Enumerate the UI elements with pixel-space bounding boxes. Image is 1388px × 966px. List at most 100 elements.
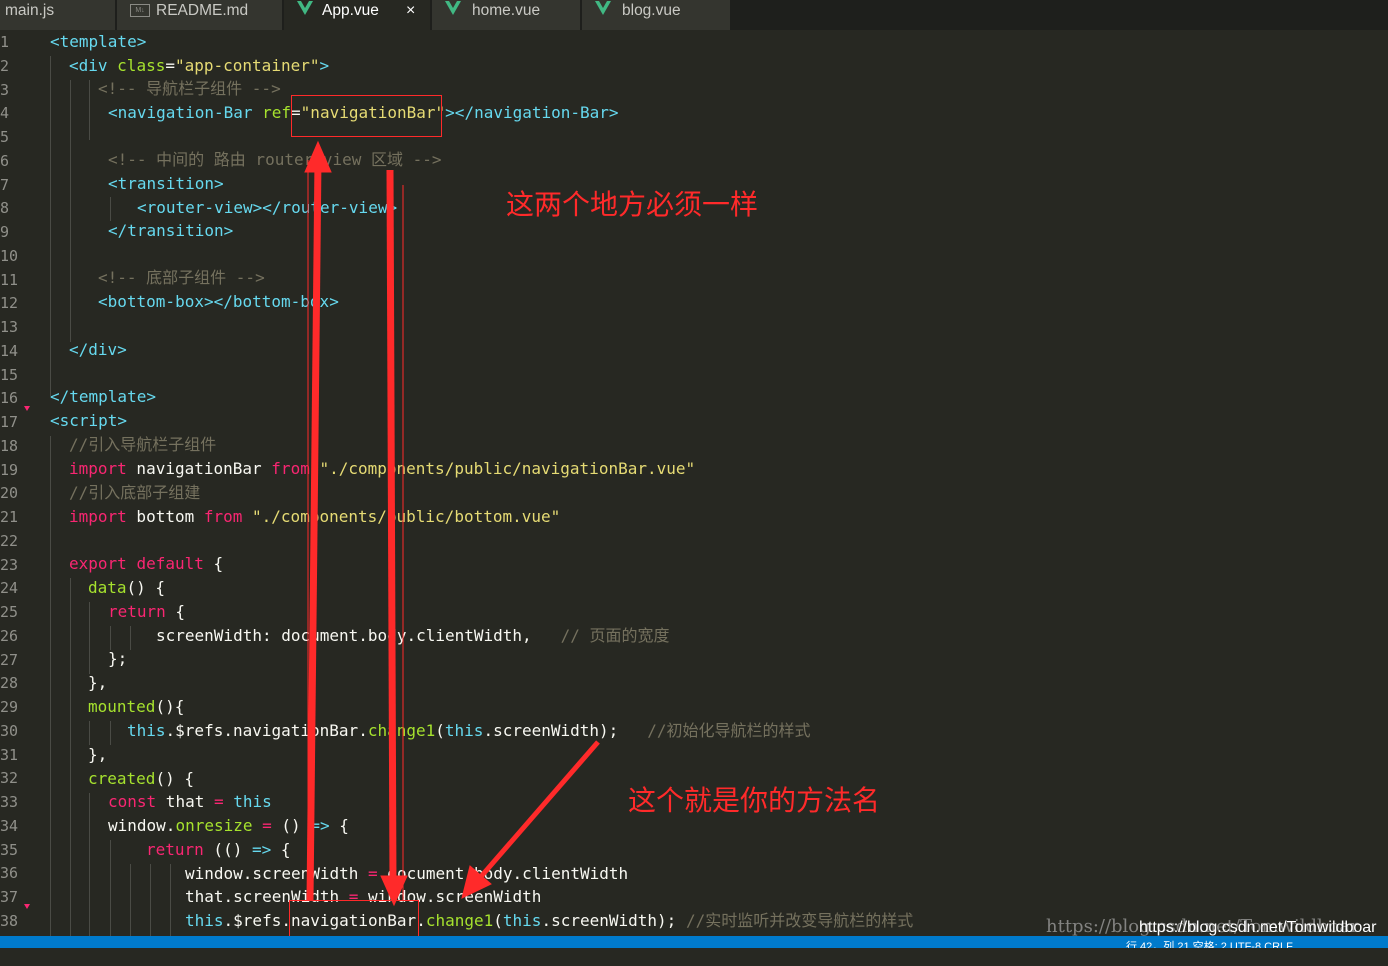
annotation-method-note: 这个就是你的方法名 [628, 784, 881, 817]
code-line-2: <div class="app-container"> [69, 56, 330, 75]
line-number: 16 [0, 389, 19, 408]
line-number: 29 [0, 698, 19, 716]
scrollbar[interactable] [1383, 60, 1388, 966]
line-number: 14 [0, 341, 19, 360]
code-line-6: <!-- 中间的 路由 router-view 区域 --> [108, 150, 442, 169]
code-line-11: <!-- 底部子组件 --> [98, 268, 265, 287]
indent-guide [110, 197, 111, 221]
line-number: 31 [0, 745, 19, 764]
annotation-same-note: 这两个地方必须一样 [506, 188, 759, 221]
line-number: 23 [0, 555, 19, 574]
line-number: 37 [0, 888, 19, 906]
line-number: 36 [0, 864, 19, 883]
code-line-20: //引入底部子组建 [69, 483, 201, 502]
line-number: 33 [0, 793, 19, 811]
code-line-25: return { [108, 602, 186, 621]
code-line-14: </div> [69, 340, 127, 359]
code-line-30: this.$refs.navigationBar.change1(this.sc… [127, 721, 811, 740]
code-line-34: window.onresize = () => { [108, 816, 349, 835]
line-number: 5 [0, 128, 10, 146]
code-line-8: <router-view></router-view> [137, 198, 398, 217]
code-line-12: <bottom-box></bottom-box> [98, 292, 339, 311]
code-line-31: }, [88, 745, 108, 764]
code-line-24: data() { [88, 578, 166, 597]
close-icon[interactable]: × [406, 0, 415, 22]
tab-label: main.js [5, 2, 55, 19]
indent-guide [70, 80, 71, 342]
code-line-18: //引入导航栏子组件 [69, 435, 217, 454]
line-number: 4 [0, 104, 10, 123]
line-number: 32 [0, 769, 19, 788]
tab-main-js[interactable]: main.js [0, 0, 115, 30]
line-number: 38 [0, 911, 19, 930]
line-number: 2 [0, 56, 10, 75]
tab-home-vue[interactable]: home.vue [432, 0, 580, 30]
line-number: 28 [0, 674, 19, 693]
line-number: 27 [0, 650, 19, 669]
markdown-file-icon: M↓ [130, 4, 150, 17]
code-line-9: </transition> [108, 221, 234, 240]
line-number: 9 [0, 223, 10, 241]
indent-guide [89, 602, 90, 674]
code-line-21: import bottom from "./components/public/… [69, 507, 561, 526]
code-line-29: mounted(){ [88, 697, 185, 716]
indent-guide [50, 436, 51, 936]
line-number: 22 [0, 531, 19, 550]
indent-guide [70, 578, 71, 936]
code-line-27: }; [108, 649, 128, 668]
code-line-32: created() { [88, 769, 194, 788]
line-number: 34 [0, 816, 19, 835]
code-line-26: screenWidth: document.body.clientWidth, … [156, 626, 670, 645]
tab-label: blog.vue [622, 2, 681, 19]
fold-marker[interactable] [24, 406, 30, 411]
tab-blog-vue[interactable]: blog.vue [582, 0, 730, 30]
tab-label: README.md [156, 2, 249, 19]
line-number: 11 [0, 270, 19, 289]
code-line-23: export default { [69, 554, 224, 573]
code-line-33: const that = this [108, 792, 272, 811]
tab-readme-md[interactable]: M↓ README.md [117, 0, 282, 30]
line-number: 6 [0, 151, 10, 170]
code-line-19: import navigationBar from "./components/… [69, 459, 696, 478]
line-number: 26 [0, 626, 19, 645]
indent-guide [110, 840, 111, 936]
indent-guide [110, 721, 111, 745]
tab-bar: main.js M↓ README.md App.vue × home.vue … [0, 0, 1388, 30]
line-number: 7 [0, 175, 10, 194]
code-line-1: <template> [50, 32, 147, 51]
line-number: 1 [0, 33, 10, 51]
indent-guide [89, 721, 90, 745]
line-number: 12 [0, 294, 19, 313]
code-line-16: </template> [50, 387, 156, 406]
tab-app-vue[interactable]: App.vue × [284, 0, 430, 30]
fold-marker[interactable] [24, 904, 30, 909]
status-text: 行 42，列 21 空格: 2 UTF-8 CRLF [1126, 941, 1293, 948]
code-line-28: }, [88, 673, 108, 692]
code-line-3: <!-- 导航栏子组件 --> [98, 79, 281, 98]
line-number: 10 [0, 246, 19, 265]
line-number: 30 [0, 721, 19, 740]
indent-guide [170, 864, 171, 936]
line-number: 24 [0, 579, 19, 598]
code-line-35: return (() => { [146, 840, 291, 859]
line-number: 25 [0, 603, 19, 621]
watermark: https://blog.csdn.net/Tomwildboar [1139, 919, 1377, 936]
code-line-7: <transition> [108, 174, 224, 193]
tab-label: home.vue [472, 2, 541, 19]
indent-guide [150, 864, 151, 936]
highlight-box-ref [291, 95, 442, 137]
line-number: 3 [0, 80, 10, 99]
vue-file-icon [297, 1, 313, 15]
indent-guide [130, 626, 131, 650]
indent-guide [89, 80, 90, 140]
line-number: 15 [0, 365, 19, 384]
indent-guide [130, 864, 131, 936]
code-line-17: <script> [50, 411, 128, 430]
line-number: 35 [0, 840, 19, 859]
line-number: 17 [0, 413, 19, 431]
vue-file-icon [445, 1, 461, 15]
tab-label: App.vue [322, 2, 379, 19]
line-number: 18 [0, 436, 19, 455]
line-number: 13 [0, 318, 19, 336]
line-number: 19 [0, 460, 19, 479]
